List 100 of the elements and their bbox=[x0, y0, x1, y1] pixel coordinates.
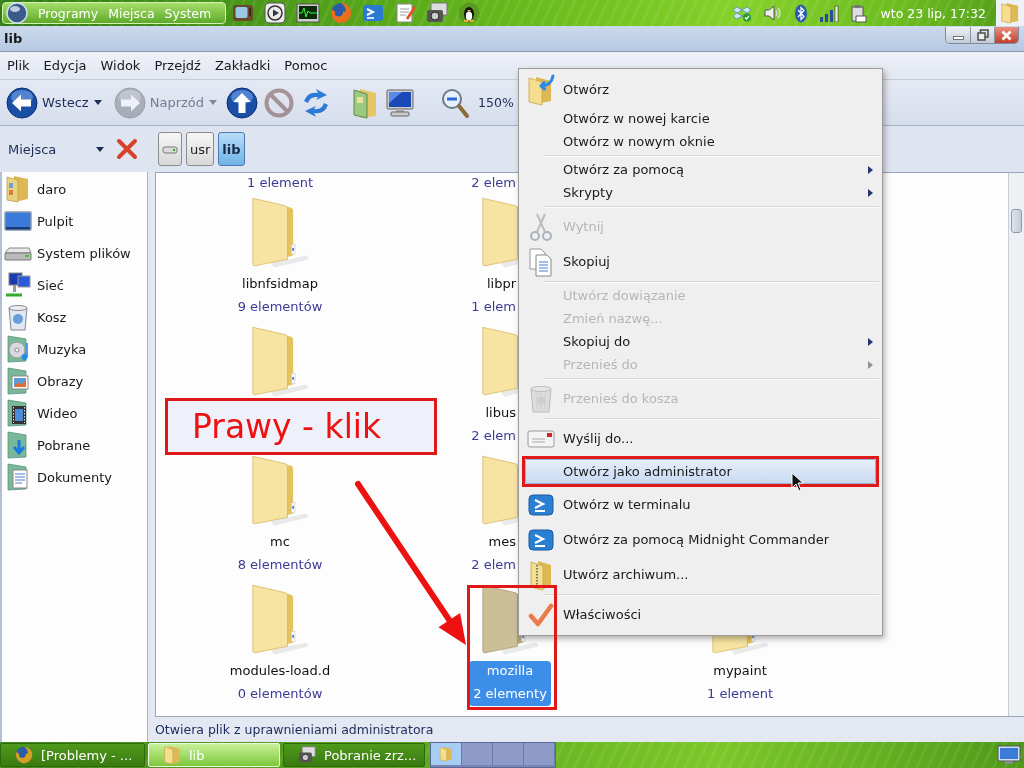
item-count: 1 element bbox=[707, 686, 773, 701]
camera-icon bbox=[298, 746, 316, 764]
penguin-icon[interactable] bbox=[458, 2, 480, 24]
workspace[interactable] bbox=[431, 743, 462, 765]
menu-item[interactable]: Utwórz archiwum... bbox=[522, 557, 879, 592]
zoom-out-icon[interactable] bbox=[439, 86, 472, 119]
item-count: 2 elem bbox=[471, 428, 516, 443]
pictures-folder-icon bbox=[4, 367, 32, 395]
sidebar-item[interactable]: Wideo bbox=[2, 397, 147, 429]
menubar-item[interactable]: Przejdź bbox=[152, 56, 203, 75]
clipboard-icon[interactable] bbox=[849, 3, 867, 23]
menu-item[interactable]: Otwórz w nowej karcie bbox=[522, 107, 879, 130]
orb-logo-icon[interactable] bbox=[6, 2, 28, 24]
item-count: 9 elementów bbox=[237, 299, 323, 314]
minimize-icon bbox=[952, 36, 964, 40]
terminal-icon bbox=[528, 492, 554, 517]
file-name[interactable]: libus bbox=[485, 405, 516, 420]
trash-icon bbox=[529, 383, 553, 414]
maximize-button[interactable] bbox=[970, 27, 994, 43]
sidebar-item[interactable]: Dokumenty bbox=[2, 461, 147, 493]
item-count: 1 elem bbox=[471, 299, 516, 314]
menu-item[interactable]: Wyślij do... bbox=[522, 421, 879, 456]
computer-icon[interactable] bbox=[384, 86, 417, 119]
sidebar-item[interactable]: Sieć bbox=[2, 269, 147, 301]
caret-icon bbox=[96, 146, 104, 152]
scrollbar-thumb[interactable] bbox=[1011, 209, 1022, 233]
file-name[interactable]: libnfsidmap bbox=[242, 276, 318, 291]
file-name[interactable]: mes bbox=[488, 534, 516, 549]
sidebar-item[interactable]: Pulpit bbox=[2, 205, 147, 237]
submenu-arrow-icon bbox=[868, 360, 873, 369]
checkmark-icon bbox=[528, 601, 554, 628]
menubar-item[interactable]: Plik bbox=[5, 56, 32, 75]
menubar-item[interactable]: Edycja bbox=[41, 56, 89, 75]
system-monitor-icon[interactable] bbox=[296, 2, 320, 24]
close-icon[interactable] bbox=[116, 138, 138, 160]
sidebar-item[interactable]: System plików bbox=[2, 237, 147, 269]
item-count: 0 elementów bbox=[237, 686, 323, 701]
volume-icon[interactable] bbox=[762, 3, 783, 23]
item-count: 2 elementy bbox=[473, 686, 547, 701]
menu-item[interactable]: Otwórz w terminalu bbox=[522, 487, 879, 522]
places-dropdown[interactable]: Miejsca bbox=[8, 141, 104, 157]
sidebar-item[interactable]: daro bbox=[2, 173, 147, 205]
file-name[interactable]: libpr bbox=[486, 276, 516, 291]
file-name[interactable]: mc bbox=[270, 534, 290, 549]
back-button[interactable]: Wstecz bbox=[6, 84, 89, 121]
menu-item[interactable]: Otwórz bbox=[522, 72, 879, 107]
taskbar-button[interactable]: Pobranie zrz... bbox=[283, 743, 425, 767]
close-icon bbox=[1001, 29, 1012, 41]
globe-icon bbox=[15, 746, 33, 764]
menu-item[interactable]: Właściwości bbox=[522, 597, 879, 632]
mouse-pointer-icon bbox=[791, 472, 804, 492]
folder-arrow-icon bbox=[527, 73, 555, 106]
menu-item[interactable]: Otwórz jako administrator bbox=[525, 459, 876, 484]
file-name[interactable]: mypaint bbox=[713, 663, 767, 678]
annotation-text: Prawy - klik bbox=[192, 407, 382, 446]
monitor-icon[interactable] bbox=[997, 745, 1021, 765]
menubar-item[interactable]: Pomoc bbox=[282, 56, 330, 75]
terminal-icon bbox=[528, 527, 554, 552]
text-editor-icon[interactable] bbox=[394, 2, 416, 24]
terminal-icon[interactable] bbox=[362, 2, 384, 24]
sync-status-icon[interactable] bbox=[732, 4, 752, 22]
close-button[interactable] bbox=[994, 27, 1018, 43]
camera-icon[interactable] bbox=[426, 2, 448, 24]
sidebar-item[interactable]: Muzyka bbox=[2, 333, 147, 365]
item-count: 8 elementów bbox=[237, 557, 323, 572]
path-button[interactable] bbox=[158, 132, 182, 166]
scrollbar[interactable] bbox=[1008, 173, 1024, 716]
scissors-icon bbox=[529, 211, 553, 242]
menubar-item[interactable]: Widok bbox=[98, 56, 143, 75]
submenu-arrow-icon bbox=[868, 165, 873, 174]
item-count: 2 elem bbox=[471, 557, 516, 572]
play-icon[interactable] bbox=[264, 2, 286, 24]
sidebar-item[interactable]: Pobrane bbox=[2, 429, 147, 461]
file-name[interactable]: modules-load.d bbox=[229, 663, 331, 678]
folder-icon bbox=[163, 745, 181, 765]
menubar-item[interactable]: Zakładki bbox=[212, 56, 273, 75]
signal-strength-icon[interactable] bbox=[818, 4, 839, 22]
caret-icon[interactable] bbox=[93, 100, 102, 105]
menu-item[interactable]: Otwórz w nowym oknie bbox=[522, 130, 879, 153]
folder-icon bbox=[1000, 2, 1020, 24]
sidebar-item[interactable]: Kosz bbox=[2, 301, 147, 333]
item-count: 2 elem bbox=[471, 175, 516, 190]
menu-item[interactable]: Skopiuj bbox=[522, 244, 879, 279]
menu-item[interactable]: Otwórz za pomocą bbox=[522, 158, 879, 181]
bluetooth-icon[interactable] bbox=[793, 3, 808, 23]
zoom-level[interactable]: 150% bbox=[478, 95, 514, 110]
item-count: 1 element bbox=[247, 175, 313, 190]
tv-icon[interactable] bbox=[232, 2, 254, 24]
path-button[interactable]: usr bbox=[186, 132, 215, 166]
path-button[interactable]: lib bbox=[218, 132, 245, 166]
globe-icon[interactable] bbox=[330, 2, 352, 24]
sidebar-item[interactable]: Obrazy bbox=[2, 365, 147, 397]
menu-item[interactable]: Skopiuj do bbox=[522, 330, 879, 353]
menu-item[interactable]: Otwórz za pomocą Midnight Commander bbox=[522, 522, 879, 557]
maximize-icon bbox=[976, 29, 989, 41]
taskbar-button[interactable]: [Problemy - ... bbox=[0, 743, 145, 767]
window-title: lib bbox=[4, 31, 23, 46]
menu-item[interactable]: Skrypty bbox=[522, 181, 879, 204]
envelope-icon bbox=[527, 428, 555, 449]
minimize-button[interactable] bbox=[946, 27, 970, 43]
